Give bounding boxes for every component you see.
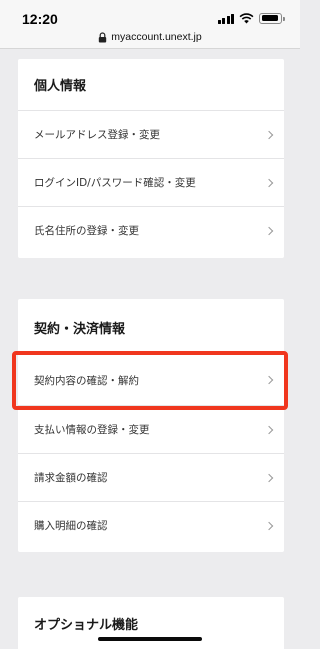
menu-item-label: 購入明細の確認 [34,520,108,532]
lock-icon [99,31,107,42]
section-title-personal: 個人情報 [34,79,87,94]
menu-item-billing-amount[interactable]: 請求金額の確認 [18,453,284,501]
url-text: myaccount.unext.jp [111,31,202,43]
optional-features-card: オプショナル機能 [18,597,284,649]
menu-item-label: 氏名住所の登録・変更 [34,225,139,237]
battery-icon [259,12,285,24]
status-icons [217,12,285,24]
section-title-options: オプショナル機能 [34,618,139,633]
status-time: 12:20 [22,11,58,27]
menu-item-name-address[interactable]: 氏名住所の登録・変更 [18,206,284,254]
address-bar[interactable]: myaccount.unext.jp [0,30,300,44]
cellular-signal-icon [217,13,234,24]
menu-item-payment-info[interactable]: 支払い情報の登録・変更 [18,405,284,453]
section-title-contract: 契約・決済情報 [34,322,126,337]
menu-item-purchase-history[interactable]: 購入明細の確認 [18,501,284,549]
browser-top-bar: 12:20 myaccount.unext.jp [0,0,300,49]
menu-item-label: メールアドレス登録・変更 [34,129,160,141]
menu-item-label: ログインID/パスワード確認・変更 [34,177,196,189]
menu-item-login-id-password[interactable]: ログインID/パスワード確認・変更 [18,158,284,206]
menu-item-email[interactable]: メールアドレス登録・変更 [18,110,284,158]
menu-item-label: 契約内容の確認・解約 [34,374,139,387]
menu-item-contract-details[interactable]: 契約内容の確認・解約 [18,356,284,404]
wifi-icon [239,12,254,23]
menu-item-label: 請求金額の確認 [34,472,108,484]
menu-item-label: 支払い情報の登録・変更 [34,424,150,436]
contract-payment-card: 契約・決済情報 契約内容の確認・解約 支払い情報の登録・変更 請求金額の確認 購… [18,299,284,552]
home-indicator[interactable] [98,637,202,641]
personal-info-card: 個人情報 メールアドレス登録・変更 ログインID/パスワード確認・変更 氏名住所… [18,59,284,258]
